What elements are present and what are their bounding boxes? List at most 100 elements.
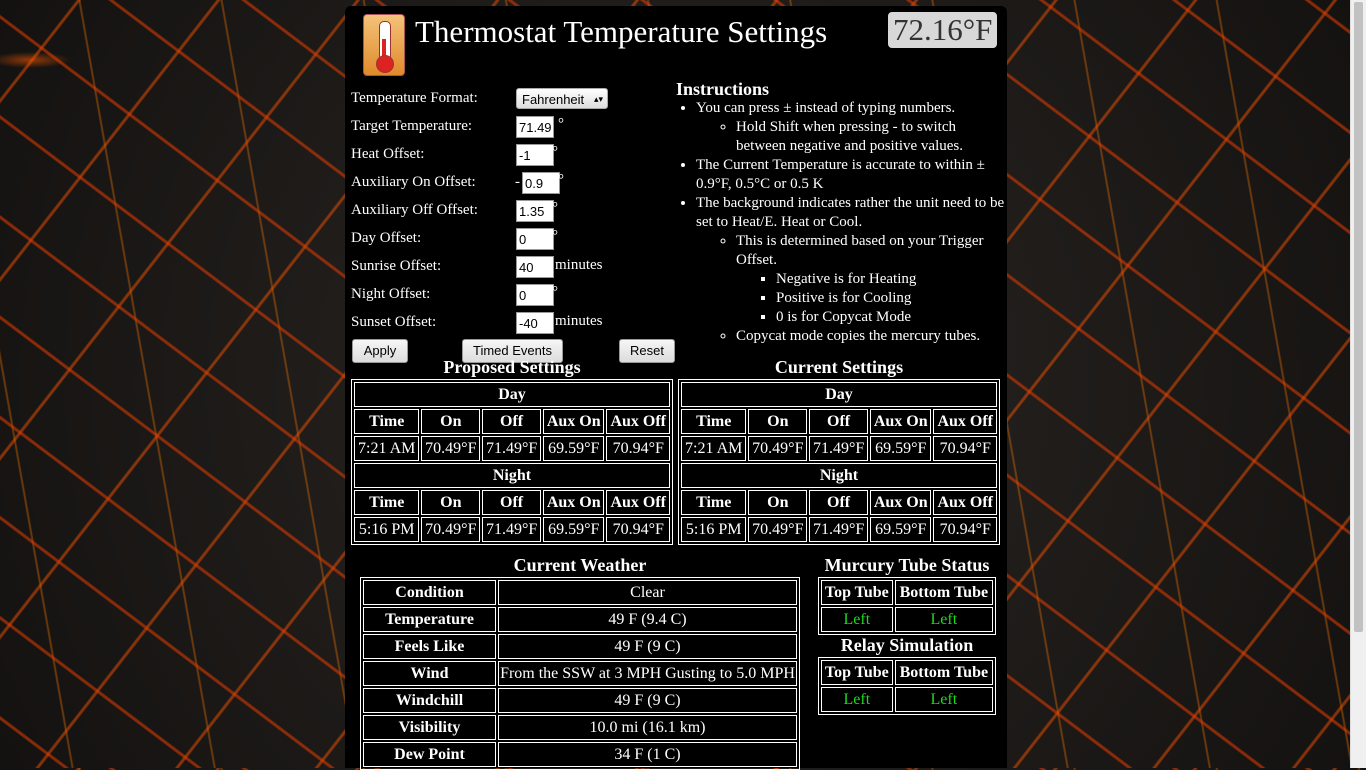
table-cell: 70.94°F (933, 436, 997, 461)
night-offset-unit: ° (552, 284, 558, 300)
weather-label: Wind (363, 661, 496, 686)
format-label: Temperature Format: (351, 90, 478, 106)
sunset-input[interactable] (516, 312, 554, 334)
current-night-header: Night (681, 463, 997, 488)
thermometer-icon (363, 14, 405, 76)
weather-label: Feels Like (363, 634, 496, 659)
weather-label: Visibility (363, 715, 496, 740)
table-cell: 7:21 AM (354, 436, 420, 461)
weather-value: 49 F (9.4 C) (498, 607, 797, 632)
aux-off-unit: ° (552, 200, 558, 216)
aux-off-input[interactable] (516, 200, 554, 222)
column-header: Aux Off (933, 490, 997, 515)
day-offset-unit: ° (552, 228, 558, 244)
table-cell: 69.59°F (542, 436, 605, 461)
proposed-night-header: Night (354, 463, 670, 488)
weather-table: Condition Clear Temperature 49 F (9.4 C) F… (360, 577, 800, 770)
select-arrows-icon: ▴▾ (593, 94, 603, 104)
table-cell: 70.49°F (748, 436, 808, 461)
table-cell: 69.59°F (869, 436, 932, 461)
table-cell: 71.49°F (809, 517, 868, 542)
target-label: Target Temperature: (351, 118, 473, 134)
column-header: Aux On (542, 490, 605, 515)
top-tube-status: Left (821, 607, 893, 632)
scrollbar-thumb[interactable] (1354, 2, 1363, 632)
current-weather-title: Current Weather (513, 555, 647, 575)
column-header: On (421, 490, 481, 515)
table-cell: 7:21 AM (681, 436, 747, 461)
current-settings-title: Current Settings (774, 357, 904, 377)
proposed-settings-table: Day Time On Off Aux On Aux Off 7:21 AM 7… (351, 379, 673, 545)
column-header: On (421, 409, 481, 434)
table-cell: 70.49°F (748, 517, 808, 542)
table-cell: 5:16 PM (354, 517, 420, 542)
table-cell: 71.49°F (482, 517, 541, 542)
instruction-subsubitem: Negative is for Heating (776, 270, 1006, 289)
bottom-tube-status: Left (894, 607, 993, 632)
column-header: Time (681, 409, 747, 434)
day-offset-label: Day Offset: (351, 230, 422, 246)
night-offset-input[interactable] (516, 284, 554, 306)
weather-label: Condition (363, 580, 496, 605)
column-header: Off (809, 490, 868, 515)
page-scrollbar[interactable] (1350, 0, 1366, 768)
column-header: Top Tube (821, 660, 893, 685)
weather-label: Dew Point (363, 742, 496, 767)
table-cell: 69.59°F (542, 517, 605, 542)
column-header: Time (354, 490, 420, 515)
aux-on-sign: - (515, 174, 520, 190)
relay-simulation-table: Top Tube Bottom Tube Left Left (818, 657, 996, 715)
instruction-subitem: Copycat mode copies the mercury tubes. (736, 327, 1006, 346)
current-temperature: 72.16°F (888, 12, 998, 48)
current-settings-table: Day Time On Off Aux On Aux Off 7:21 AM 7… (678, 379, 1000, 545)
instructions: Instructions You can press ± instead of … (676, 80, 1006, 346)
sunrise-unit: minutes (555, 257, 603, 273)
table-cell: 69.59°F (869, 517, 932, 542)
format-select[interactable]: Fahrenheit ▴▾ (516, 88, 608, 109)
relay-top-status: Left (821, 687, 893, 712)
table-cell: 70.94°F (606, 517, 670, 542)
instructions-title: Instructions (676, 79, 770, 99)
column-header: Time (354, 409, 420, 434)
column-header: Bottom Tube (894, 580, 993, 605)
instruction-item: You can press ± instead of typing number… (696, 99, 1006, 156)
heat-unit: ° (552, 144, 558, 160)
instruction-subitem: This is determined based on your Trigger… (736, 232, 1006, 327)
aux-on-label: Auxiliary On Offset: (351, 174, 476, 190)
heat-input[interactable] (516, 144, 554, 166)
column-header: Off (482, 409, 541, 434)
aux-off-label: Auxiliary Off Offset: (351, 202, 478, 218)
sunset-label: Sunset Offset: (351, 314, 437, 330)
instruction-subitem: Hold Shift when pressing - to switch bet… (736, 118, 1006, 156)
aux-on-input[interactable] (522, 172, 560, 194)
relay-bottom-status: Left (894, 687, 993, 712)
main-panel: Thermostat Temperature Settings 72.16°F … (345, 6, 1007, 770)
sunrise-label: Sunrise Offset: (351, 258, 442, 274)
column-header: Aux On (869, 409, 932, 434)
instruction-item: The background indicates rather the unit… (696, 194, 1006, 346)
weather-value: 34 F (1 C) (498, 742, 797, 767)
table-cell: 70.94°F (933, 517, 997, 542)
instruction-item: The Current Temperature is accurate to w… (696, 156, 1006, 194)
column-header: Off (809, 409, 868, 434)
weather-label: Windchill (363, 688, 496, 713)
target-input[interactable] (516, 116, 554, 138)
table-cell: 70.94°F (606, 436, 670, 461)
sunrise-input[interactable] (516, 256, 554, 278)
column-header: Top Tube (821, 580, 893, 605)
table-cell: 70.49°F (421, 436, 481, 461)
column-header: Time (681, 490, 747, 515)
night-offset-label: Night Offset: (351, 286, 431, 302)
current-day-header: Day (681, 382, 997, 407)
tube-status-title: Murcury Tube Status (824, 555, 990, 575)
instruction-subsubitem: 0 is for Copycat Mode (776, 308, 1006, 327)
column-header: On (748, 409, 808, 434)
aux-on-unit: ° (558, 172, 564, 188)
table-cell: 70.49°F (421, 517, 481, 542)
day-offset-input[interactable] (516, 228, 554, 250)
proposed-day-header: Day (354, 382, 670, 407)
column-header: Aux On (542, 409, 605, 434)
table-cell: 5:16 PM (681, 517, 747, 542)
weather-value: 10.0 mi (16.1 km) (498, 715, 797, 740)
weather-label: Temperature (363, 607, 496, 632)
